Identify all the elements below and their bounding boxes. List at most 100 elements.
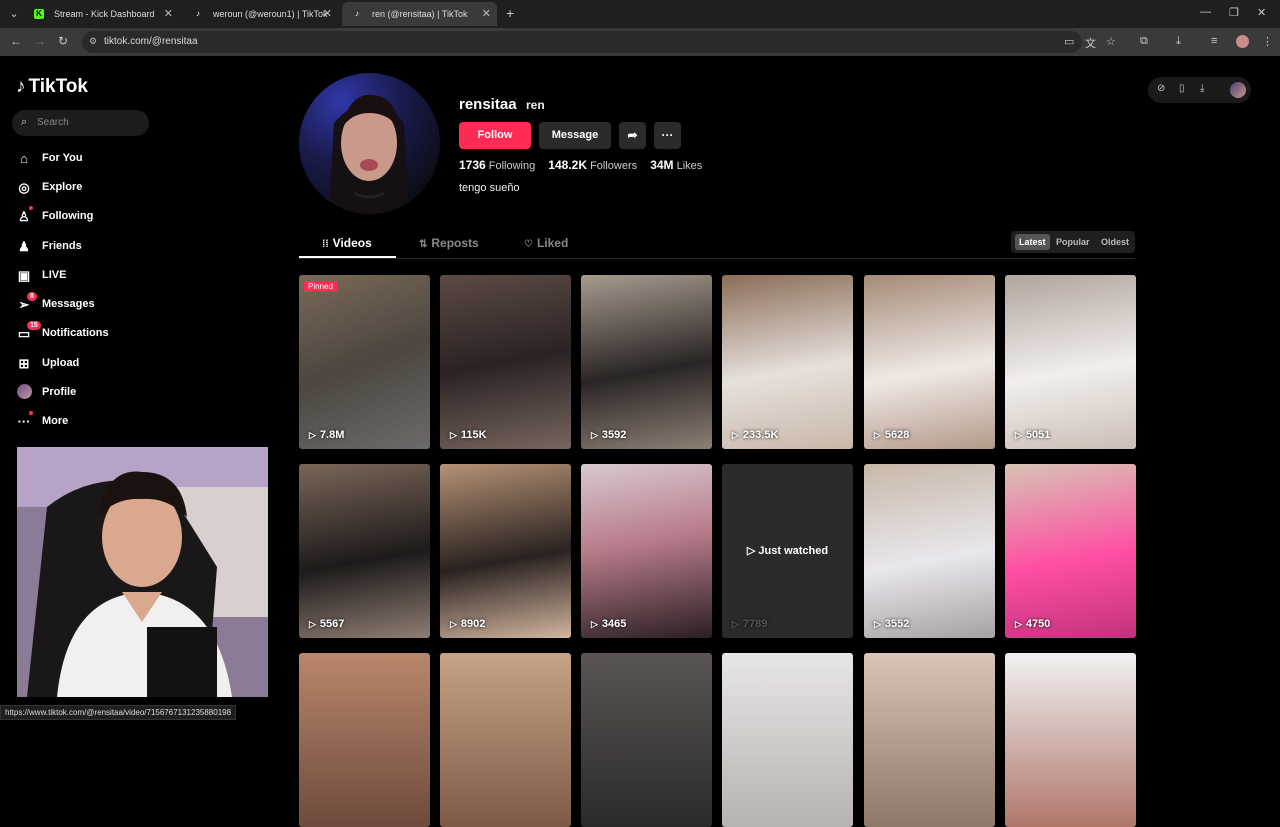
- video-thumbnail[interactable]: [581, 653, 712, 827]
- device-icon[interactable]: ▯: [1179, 83, 1185, 94]
- following-label[interactable]: Following: [489, 160, 535, 172]
- reload-icon[interactable]: ↻: [58, 34, 68, 48]
- coins-icon[interactable]: ⊘: [1157, 83, 1165, 94]
- video-thumbnail[interactable]: ▷ 3592: [581, 275, 712, 449]
- video-thumbnail[interactable]: Pinned ▷ 7.8M: [299, 275, 430, 449]
- cast-icon[interactable]: ▭: [1064, 35, 1074, 48]
- tab-liked[interactable]: ♡ Liked: [524, 236, 568, 250]
- more-options-icon[interactable]: ···: [654, 122, 681, 149]
- tab-videos[interactable]: ⁞⁞ Videos: [322, 236, 372, 250]
- view-count-text: 115K: [460, 429, 487, 441]
- video-thumbnail[interactable]: ▷ 5567: [299, 464, 430, 638]
- sort-oldest[interactable]: Oldest: [1097, 234, 1133, 250]
- follow-button[interactable]: Follow: [459, 122, 531, 149]
- view-count-text: 3592: [601, 429, 627, 441]
- sidebar-item-label: Notifications: [42, 327, 109, 339]
- video-thumbnail[interactable]: ▷ 3465: [581, 464, 712, 638]
- video-thumbnail[interactable]: [864, 653, 995, 827]
- video-thumbnail[interactable]: ▷ 115K: [440, 275, 571, 449]
- video-thumbnail[interactable]: ▷ Just watched ▷ 7789: [722, 464, 853, 638]
- just-watched-label: ▷ Just watched: [722, 544, 853, 557]
- play-icon: ▷: [746, 545, 759, 557]
- likes-count: 34M: [650, 158, 674, 172]
- share-icon[interactable]: ➦: [619, 122, 646, 149]
- bookmark-star-icon[interactable]: ☆: [1106, 35, 1116, 48]
- play-icon: ▷: [1015, 619, 1022, 629]
- tab-label: Videos: [332, 236, 372, 250]
- extensions-icon[interactable]: ⧉: [1140, 35, 1148, 48]
- video-thumbnail[interactable]: ▷ 5628: [864, 275, 995, 449]
- reading-list-icon[interactable]: ≡: [1211, 35, 1217, 47]
- profile-avatar[interactable]: [299, 73, 440, 214]
- profile-bio: tengo sueño: [459, 182, 520, 194]
- close-tab-icon[interactable]: ✕: [482, 7, 491, 20]
- notifications-badge: 15: [27, 321, 41, 330]
- tiktok-icon: ♪: [196, 9, 200, 18]
- play-icon: ▷: [309, 430, 316, 440]
- play-icon: ▷: [1015, 430, 1022, 440]
- sort-toggle-group: Latest Popular Oldest: [1011, 231, 1135, 253]
- minimize-icon[interactable]: —: [1200, 6, 1211, 18]
- play-icon: ▷: [732, 430, 739, 440]
- download-icon[interactable]: ⤓: [1176, 35, 1181, 48]
- translate-icon[interactable]: 文: [1085, 35, 1096, 51]
- sidebar-item-label: Following: [42, 210, 94, 222]
- download-app-icon[interactable]: ⤓: [1200, 83, 1204, 94]
- view-count-text: 7.8M: [319, 429, 345, 441]
- close-window-icon[interactable]: ✕: [1257, 6, 1266, 19]
- browser-tab[interactable]: ♪ weroun (@weroun1) | TikTok ✕: [183, 2, 338, 26]
- video-thumbnail[interactable]: ▷ 5051: [1005, 275, 1136, 449]
- view-count: ▷ 115K: [450, 429, 487, 441]
- video-thumbnail[interactable]: [299, 653, 430, 827]
- search-input[interactable]: ⌕ Search: [12, 110, 149, 136]
- address-bar-row: ← → ↻ ⚙ tiktok.com/@rensitaa ▭ 文 ☆ ⧉ ⤓ ≡…: [0, 28, 1280, 56]
- repost-icon: ⇅: [419, 239, 428, 250]
- forward-icon[interactable]: →: [34, 34, 46, 48]
- back-icon[interactable]: ←: [10, 34, 22, 48]
- tab-reposts[interactable]: ⇅ Reposts: [419, 236, 479, 250]
- site-info-icon[interactable]: ⚙: [89, 36, 97, 47]
- profile-username: rensitaa: [459, 96, 517, 113]
- close-tab-icon[interactable]: ✕: [164, 7, 173, 20]
- video-thumbnail[interactable]: ▷ 8902: [440, 464, 571, 638]
- video-thumbnail[interactable]: ▷ 4750: [1005, 464, 1136, 638]
- browser-tab-active[interactable]: ♪ ren (@rensitaa) | TikTok ✕: [342, 2, 497, 26]
- sidebar-item-label: LIVE: [42, 269, 67, 281]
- kick-icon: K: [34, 9, 44, 19]
- view-count-text: 233.5K: [742, 429, 779, 441]
- video-thumbnail[interactable]: ▷ 3552: [864, 464, 995, 638]
- video-thumbnail[interactable]: [1005, 653, 1136, 827]
- sort-latest[interactable]: Latest: [1015, 234, 1050, 250]
- video-thumbnail[interactable]: ▷ 233.5K: [722, 275, 853, 449]
- video-thumbnail[interactable]: [722, 653, 853, 827]
- video-thumbnail[interactable]: [440, 653, 571, 827]
- play-icon: ▷: [450, 430, 457, 440]
- browser-profile-avatar[interactable]: [1236, 35, 1249, 48]
- view-count-text: 5051: [1025, 429, 1051, 441]
- tiktok-logo[interactable]: ♪ TikTok: [16, 76, 88, 98]
- profile-nickname: ren: [526, 98, 545, 112]
- followers-label[interactable]: Followers: [590, 160, 637, 172]
- restore-icon[interactable]: ❐: [1229, 6, 1239, 19]
- sort-popular[interactable]: Popular: [1052, 234, 1094, 250]
- search-icon: ⌕: [21, 116, 28, 128]
- message-button[interactable]: Message: [539, 122, 611, 149]
- new-tab-icon[interactable]: +: [506, 5, 514, 21]
- likes-label: Likes: [676, 160, 703, 172]
- browser-tab[interactable]: K Stream - Kick Dashboard ✕: [24, 2, 179, 26]
- friends-icon: ♟: [18, 239, 30, 254]
- tab-search-icon[interactable]: ⌄: [5, 5, 23, 23]
- view-count-text: 5567: [319, 618, 345, 630]
- sidebar-item-label: Profile: [42, 386, 77, 398]
- url-field[interactable]: ⚙ tiktok.com/@rensitaa: [82, 31, 1082, 53]
- user-avatar[interactable]: [1230, 82, 1246, 98]
- live-icon: ▣: [17, 268, 31, 283]
- webcam-image: [17, 447, 268, 697]
- ellipsis-icon: ···: [17, 414, 31, 429]
- view-count: ▷ 4750: [1015, 618, 1050, 630]
- play-icon: ▷: [591, 430, 598, 440]
- browser-menu-icon[interactable]: ⋮: [1262, 35, 1273, 48]
- close-tab-icon[interactable]: ✕: [323, 7, 332, 20]
- sidebar-item-label: Upload: [42, 357, 80, 369]
- following-count: 1736: [459, 158, 486, 172]
